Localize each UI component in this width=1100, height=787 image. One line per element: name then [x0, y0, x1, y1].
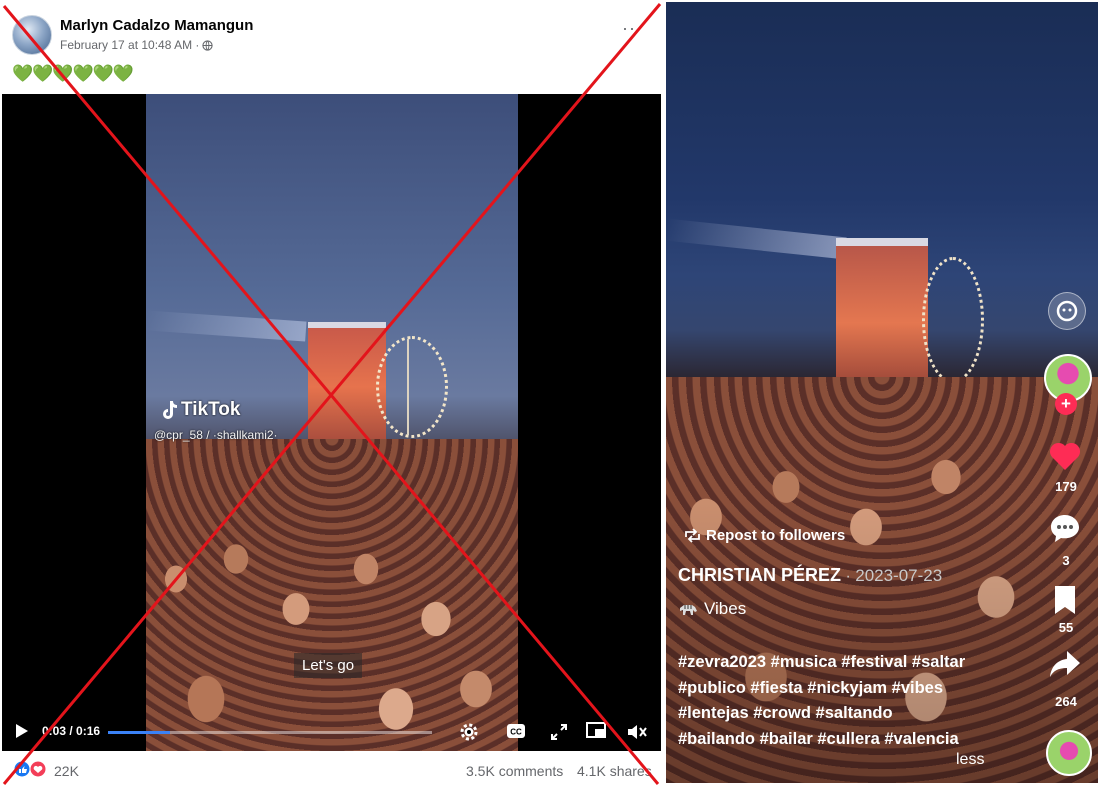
comment-count: 3	[1062, 553, 1070, 568]
reaction-count[interactable]: 22K	[54, 763, 79, 779]
separator: ·	[841, 568, 856, 585]
author-line: CHRISTIAN PÉREZ · 2023-07-23	[678, 565, 942, 586]
bookmark-count: 55	[1058, 620, 1074, 635]
fullscreen-icon[interactable]	[550, 723, 568, 741]
gear-icon[interactable]	[458, 721, 480, 743]
video-player[interactable]: TikTok @cpr_58 / ·shallkami2· Let's go 0…	[2, 94, 661, 751]
reaction-icons[interactable]	[14, 761, 48, 777]
bookmark-icon[interactable]	[1048, 584, 1082, 616]
less-toggle[interactable]: less	[956, 751, 984, 769]
author-name[interactable]: Marlyn Cadalzo Mamangun	[60, 17, 253, 34]
tiktok-author[interactable]: CHRISTIAN PÉREZ	[678, 565, 841, 585]
picture-in-picture-icon[interactable]	[586, 722, 606, 740]
post-timestamp[interactable]: February 17 at 10:48 AM ·	[60, 38, 199, 52]
video-controls: 0:03 / 0:16 CC	[2, 714, 661, 751]
facebook-post: Marlyn Cadalzo Mamangun February 17 at 1…	[0, 0, 662, 787]
author-avatar[interactable]	[12, 15, 52, 55]
tiktok-video-view[interactable]: Repost to followers CHRISTIAN PÉREZ · 20…	[666, 2, 1098, 783]
comment-icon[interactable]	[1048, 512, 1082, 544]
effects-button[interactable]	[1048, 292, 1086, 330]
post-footer: 22K 3.5K comments 4.1K shares	[0, 751, 662, 787]
hashtag-line[interactable]: #lentejas #crowd #saltando	[678, 701, 1018, 727]
tiktok-logo-text: TikTok	[181, 399, 241, 420]
crowd	[146, 439, 518, 751]
heart-icon[interactable]	[1048, 440, 1082, 472]
ferris-wheel	[376, 336, 448, 438]
shares-count[interactable]: 4.1K shares	[577, 763, 652, 779]
hashtag-line[interactable]: #zevra2023 #musica #festival #saltar	[678, 650, 1018, 676]
svg-text:CC: CC	[510, 728, 522, 737]
action-rail: + 179 3 55 264	[1042, 2, 1094, 783]
repost-label: Repost to followers	[706, 527, 846, 544]
closed-captions-icon[interactable]: CC	[506, 723, 526, 739]
comments-count[interactable]: 3.5K comments	[466, 763, 563, 779]
post-meta: February 17 at 10:48 AM ·	[60, 38, 214, 52]
zebra-icon	[680, 605, 697, 615]
play-icon[interactable]	[16, 724, 28, 738]
face-icon	[1056, 300, 1078, 322]
tiktok-note-icon	[163, 401, 177, 419]
share-count: 264	[1055, 694, 1077, 709]
stage-tower	[836, 238, 928, 386]
globe-icon	[202, 39, 214, 51]
hashtag-line[interactable]: #bailando #bailar #cullera #valencia	[678, 727, 1018, 753]
sound-name: Vibes	[704, 599, 747, 618]
repost-icon	[685, 528, 700, 543]
music-disc[interactable]	[1046, 730, 1092, 776]
sound-link[interactable]: Vibes	[678, 599, 746, 619]
stage-tower	[308, 322, 386, 446]
mute-icon[interactable]	[626, 722, 648, 742]
tiktok-watermark: TikTok	[160, 399, 240, 421]
share-icon[interactable]	[1048, 648, 1082, 680]
follow-plus-icon[interactable]: +	[1055, 393, 1077, 415]
ellipsis-icon[interactable]: ···	[622, 18, 643, 39]
hashtag-line[interactable]: #publico #fiesta #nickyjam #vibes	[678, 676, 1018, 702]
hashtags: #zevra2023 #musica #festival #saltar #pu…	[678, 650, 1018, 752]
repost-button[interactable]: Repost to followers	[684, 527, 845, 544]
light-beam	[146, 310, 307, 342]
post-date: 2023-07-23	[855, 566, 943, 585]
ferris-wheel	[922, 257, 984, 383]
tiktok-handle: @cpr_58 / ·shallkami2·	[154, 428, 278, 442]
post-header: Marlyn Cadalzo Mamangun February 17 at 1…	[0, 0, 662, 94]
video-subtitle: Let's go	[294, 653, 363, 678]
like-count: 179	[1055, 479, 1077, 494]
progress-fill	[108, 731, 170, 734]
post-caption: 💚💚💚💚💚💚	[12, 64, 134, 83]
time-readout: 0:03 / 0:16	[42, 724, 101, 738]
progress-bar[interactable]	[108, 731, 432, 734]
light-beam	[666, 218, 847, 260]
